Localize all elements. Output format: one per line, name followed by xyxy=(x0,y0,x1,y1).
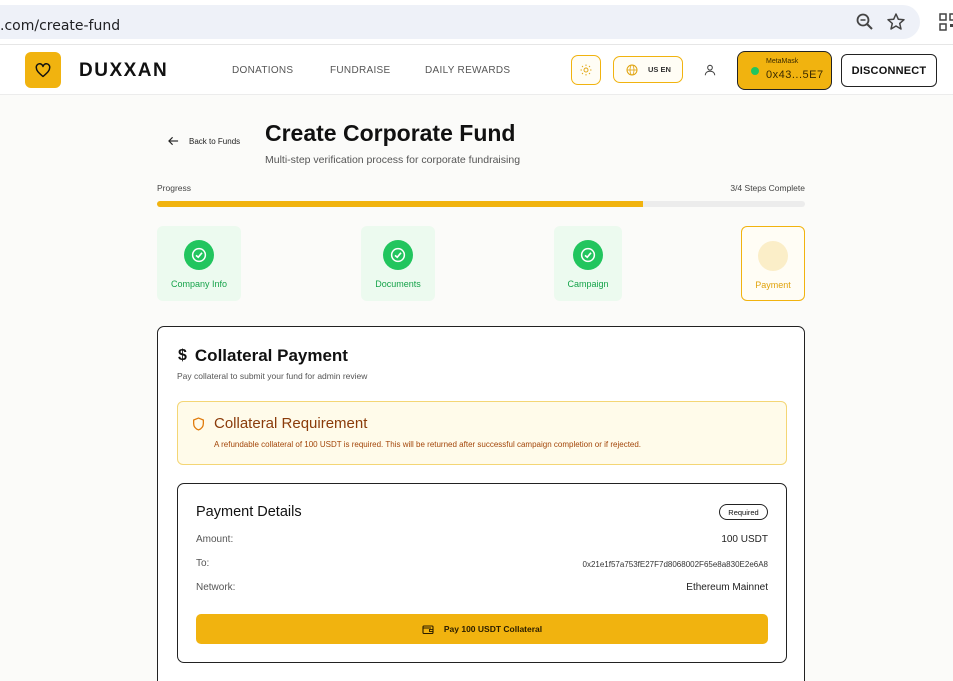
step-label: Payment xyxy=(755,280,791,290)
check-circle-icon xyxy=(184,240,214,270)
sun-icon xyxy=(580,64,592,76)
page-title: Create Corporate Fund xyxy=(265,120,516,146)
nav-daily-rewards[interactable]: DAILY REWARDS xyxy=(425,65,510,76)
pending-circle-icon xyxy=(758,241,788,271)
step-label: Campaign xyxy=(567,279,609,289)
amount-value: 100 USDT xyxy=(721,534,768,545)
progress-label: Progress xyxy=(157,183,192,193)
check-circle-icon xyxy=(573,240,603,270)
page-subtitle: Multi-step verification process for corp… xyxy=(265,154,521,166)
wallet-button[interactable]: MetaMask 0x43...5E7 xyxy=(737,51,832,90)
heart-icon xyxy=(35,62,51,77)
step-company-info[interactable]: Company Info xyxy=(157,226,241,301)
connected-status-dot xyxy=(751,67,759,75)
zoom-icon[interactable] xyxy=(855,12,875,32)
recipient-address: 0x21e1f57a753fE27F7d8068002F65e8a830E2e6… xyxy=(582,560,769,569)
required-badge: Required xyxy=(719,504,768,520)
card-subtitle: Pay collateral to submit your fund for a… xyxy=(177,371,368,381)
network-value: Ethereum Mainnet xyxy=(686,582,768,593)
nav-fundraise[interactable]: FUNDRAISE xyxy=(330,65,390,76)
pay-collateral-button[interactable]: Pay 100 USDT Collateral xyxy=(196,614,768,644)
amount-label: Amount: xyxy=(196,534,234,545)
qr-code-icon[interactable] xyxy=(938,12,953,32)
theme-toggle-button[interactable] xyxy=(571,55,601,85)
step-label: Company Info xyxy=(170,279,228,289)
disconnect-button[interactable]: DISCONNECT xyxy=(841,54,937,87)
back-label: Back to Funds xyxy=(189,136,241,146)
dollar-icon: $ xyxy=(178,347,187,364)
step-label: Documents xyxy=(375,279,421,289)
globe-icon xyxy=(626,64,638,75)
check-circle-icon xyxy=(383,240,413,270)
step-campaign[interactable]: Campaign xyxy=(554,226,622,301)
step-documents[interactable]: Documents xyxy=(361,226,435,301)
step-payment[interactable]: Payment xyxy=(741,226,805,301)
wallet-provider: MetaMask xyxy=(766,58,799,65)
brand-name[interactable]: DUXXAN xyxy=(79,60,168,82)
wallet-address: 0x43...5E7 xyxy=(766,69,824,81)
progress-status: 3/4 Steps Complete xyxy=(730,183,805,193)
to-label: To: xyxy=(196,558,210,569)
payment-details-title: Payment Details xyxy=(196,504,302,520)
logo[interactable] xyxy=(25,52,61,88)
collateral-card: $ Collateral Payment Pay collateral to s… xyxy=(157,326,805,681)
language-label: US EN xyxy=(648,65,671,74)
back-to-funds-link[interactable]: Back to Funds xyxy=(168,136,240,146)
card-title: Collateral Payment xyxy=(194,346,348,365)
url-text: .com/create-fund xyxy=(0,18,121,34)
progress-bar xyxy=(157,201,805,207)
site-header: DUXXAN DONATIONS FUNDRAISE DAILY REWARDS… xyxy=(0,45,953,95)
progress-fill xyxy=(157,201,643,207)
address-bar[interactable]: .com/create-fund xyxy=(0,5,920,39)
bookmark-star-icon[interactable] xyxy=(886,12,906,32)
browser-toolbar: .com/create-fund xyxy=(0,0,953,45)
requirement-title: Collateral Requirement xyxy=(214,415,368,432)
pay-button-label: Pay 100 USDT Collateral xyxy=(443,624,543,634)
language-selector[interactable]: US EN xyxy=(613,56,683,83)
shield-icon xyxy=(192,417,205,431)
arrow-left-icon xyxy=(168,136,179,146)
requirement-text: A refundable collateral of 100 USDT is r… xyxy=(214,440,642,449)
collateral-requirement-notice: Collateral Requirement A refundable coll… xyxy=(177,401,787,465)
payment-details-panel: Payment Details Required Amount: 100 USD… xyxy=(177,483,787,663)
user-icon[interactable] xyxy=(703,63,717,77)
nav-donations[interactable]: DONATIONS xyxy=(232,65,293,76)
network-label: Network: xyxy=(196,582,236,593)
wallet-icon xyxy=(422,624,434,634)
